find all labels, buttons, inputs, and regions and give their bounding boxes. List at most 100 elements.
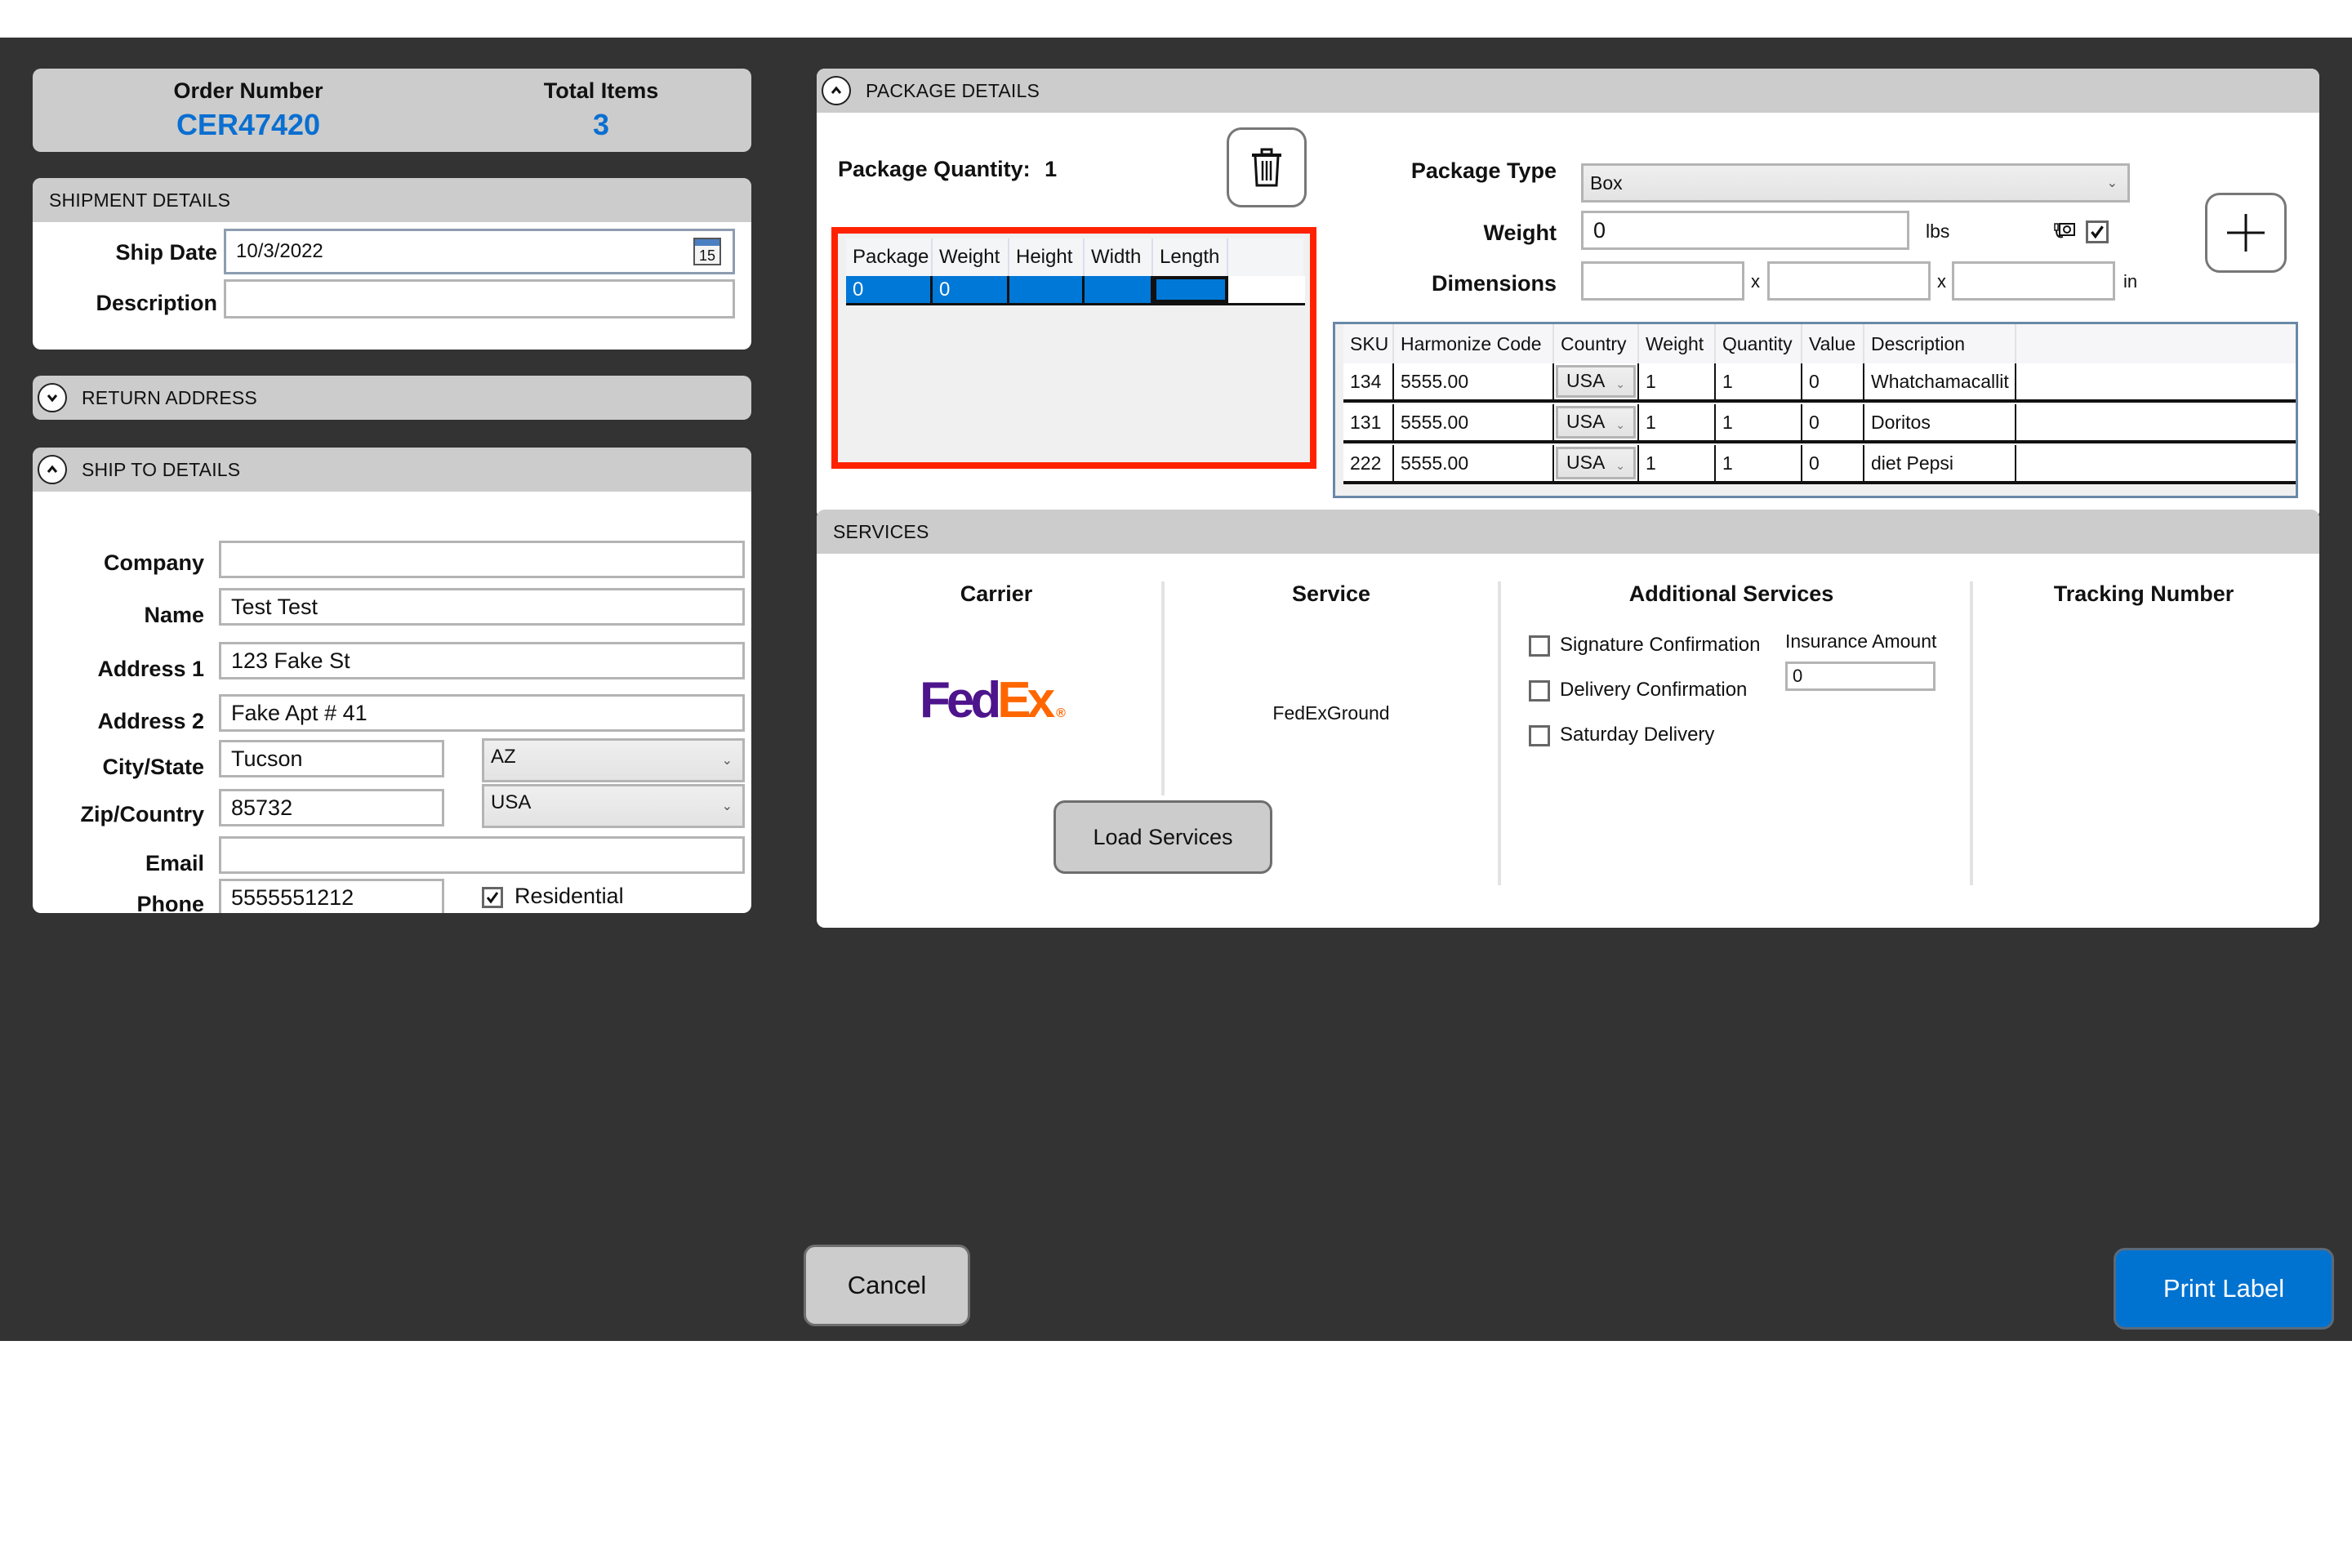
items-table-row[interactable]: 222 5555.00 USA ⌄ 1 1 0 diet Pepsi [1343, 445, 2296, 484]
package-quantity-label: Package Quantity: [838, 157, 1031, 181]
item-code-cell[interactable]: 5555.00 [1394, 363, 1554, 399]
additional-service-label[interactable]: Signature Confirmation [1560, 634, 1760, 657]
grid-cell-height[interactable] [1009, 276, 1085, 303]
grid-col-length[interactable]: Length [1153, 238, 1228, 276]
additional-service-label[interactable]: Delivery Confirmation [1560, 679, 1747, 702]
grid-cell-package[interactable]: 0 [846, 276, 933, 303]
additional-service-checkbox[interactable] [1529, 725, 1550, 746]
item-country-select[interactable]: USA ⌄ [1554, 445, 1639, 481]
address1-input[interactable]: 123 Fake St [219, 642, 745, 679]
shipment-details-panel: SHIPMENT DETAILS Ship Date 10/3/2022 15 … [33, 178, 751, 350]
grid-col-height[interactable]: Height [1009, 238, 1085, 276]
dimension-separator: x [1751, 271, 1760, 292]
delete-package-button[interactable] [1227, 127, 1307, 207]
weight-input[interactable]: 0 [1581, 211, 1909, 250]
col-weight[interactable]: Weight [1639, 324, 1716, 363]
city-input[interactable]: Tucson [219, 740, 444, 777]
package-type-select[interactable]: Box ⌄ [1581, 163, 2130, 203]
description-input[interactable] [224, 279, 735, 318]
address2-input[interactable]: Fake Apt # 41 [219, 694, 745, 732]
services-panel: SERVICES Carrier FedEx ® Service FedExGro… [817, 510, 2319, 928]
item-description-cell[interactable]: Doritos [1864, 404, 2016, 440]
item-country-dropdown[interactable]: USA ⌄ [1556, 447, 1636, 479]
items-table-header: SKU Harmonize Code Country Weight Quanti… [1343, 324, 2296, 363]
item-value-cell[interactable]: 0 [1802, 363, 1864, 399]
item-description-cell[interactable]: Whatchamacallit [1864, 363, 2016, 399]
item-country-select[interactable]: USA ⌄ [1554, 363, 1639, 399]
item-weight-cell[interactable]: 1 [1639, 445, 1716, 481]
dimension-2-input[interactable] [1767, 261, 1931, 301]
grid-col-package[interactable]: Package [846, 238, 933, 276]
item-weight-cell[interactable]: 1 [1639, 404, 1716, 440]
name-input[interactable]: Test Test [219, 588, 745, 626]
checkmark-icon [2091, 225, 2104, 239]
residential-checkbox[interactable] [482, 887, 503, 908]
insurance-amount-input[interactable]: 0 [1785, 662, 1936, 691]
grid-col-weight[interactable]: Weight [933, 238, 1009, 276]
email-label: Email [145, 851, 204, 875]
cancel-button[interactable]: Cancel [804, 1245, 970, 1326]
package-details-header[interactable]: PACKAGE DETAILS [817, 69, 2319, 113]
item-quantity-cell[interactable]: 1 [1716, 363, 1802, 399]
grid-cell-length[interactable] [1153, 276, 1228, 303]
col-sku[interactable]: SKU [1343, 324, 1394, 363]
col-harmonize-code[interactable]: Harmonize Code [1394, 324, 1554, 363]
chevron-down-icon: ⌄ [1615, 459, 1625, 472]
items-table-row[interactable]: 131 5555.00 USA ⌄ 1 1 0 Doritos [1343, 404, 2296, 443]
dimension-1-input[interactable] [1581, 261, 1744, 301]
item-code-cell[interactable]: 5555.00 [1394, 445, 1554, 481]
zip-input[interactable]: 85732 [219, 789, 444, 826]
load-services-button[interactable]: Load Services [1054, 800, 1272, 874]
grid-col-width[interactable]: Width [1085, 238, 1153, 276]
tracking-number-heading: Tracking Number [2053, 581, 2234, 606]
grid-cell-weight[interactable]: 0 [933, 276, 1009, 303]
return-address-header[interactable]: RETURN ADDRESS [33, 376, 751, 420]
col-value[interactable]: Value [1802, 324, 1864, 363]
scale-checkbox[interactable] [2086, 220, 2109, 243]
col-description[interactable]: Description [1864, 324, 2016, 363]
col-quantity[interactable]: Quantity [1716, 324, 1802, 363]
item-sku-cell[interactable]: 222 [1343, 445, 1394, 481]
grid-cell-width[interactable] [1085, 276, 1153, 303]
package-details-panel: PACKAGE DETAILS Package Quantity: 1 Pack… [817, 69, 2319, 519]
item-value-cell[interactable]: 0 [1802, 445, 1864, 481]
dimension-3-input[interactable] [1952, 261, 2115, 301]
additional-service-label[interactable]: Saturday Delivery [1560, 724, 1714, 746]
package-details-title: PACKAGE DETAILS [866, 79, 1040, 101]
item-description-cell[interactable]: diet Pepsi [1864, 445, 2016, 481]
expand-icon[interactable] [38, 383, 67, 412]
chevron-down-icon: ⌄ [1615, 377, 1625, 390]
ship-to-header[interactable]: SHIP TO DETAILS [33, 448, 751, 492]
calendar-icon[interactable]: 15 [693, 238, 721, 265]
item-value-cell[interactable]: 0 [1802, 404, 1864, 440]
item-sku-cell[interactable]: 131 [1343, 404, 1394, 440]
address1-label: Address 1 [97, 657, 204, 681]
package-grid-row[interactable]: 0 0 [846, 276, 1305, 305]
fedex-logo: FedEx ® [920, 672, 1066, 728]
col-country[interactable]: Country [1554, 324, 1639, 363]
item-country-dropdown[interactable]: USA ⌄ [1556, 365, 1636, 398]
items-table-row[interactable]: 134 5555.00 USA ⌄ 1 1 0 Whatchamacallit [1343, 363, 2296, 403]
state-select[interactable]: AZ ⌄ [482, 738, 745, 782]
total-items-label: Total Items [543, 78, 659, 103]
print-label-button[interactable]: Print Label [2114, 1248, 2334, 1330]
company-input[interactable] [219, 541, 745, 578]
add-package-button[interactable] [2205, 193, 2287, 273]
item-quantity-cell[interactable]: 1 [1716, 404, 1802, 440]
item-code-cell[interactable]: 5555.00 [1394, 404, 1554, 440]
item-weight-cell[interactable]: 1 [1639, 363, 1716, 399]
return-address-panel: RETURN ADDRESS [33, 376, 751, 420]
phone-input[interactable]: 5555551212 [219, 879, 444, 913]
item-sku-cell[interactable]: 134 [1343, 363, 1394, 399]
state-value: AZ [491, 746, 516, 768]
item-quantity-cell[interactable]: 1 [1716, 445, 1802, 481]
country-select[interactable]: USA ⌄ [482, 784, 745, 828]
email-input[interactable] [219, 836, 745, 874]
additional-service-checkbox[interactable] [1529, 635, 1550, 657]
collapse-icon[interactable] [822, 76, 851, 105]
ship-date-picker[interactable]: 10/3/2022 15 [224, 229, 735, 274]
additional-service-checkbox[interactable] [1529, 680, 1550, 702]
item-country-select[interactable]: USA ⌄ [1554, 404, 1639, 440]
collapse-icon[interactable] [38, 455, 67, 484]
item-country-dropdown[interactable]: USA ⌄ [1556, 406, 1636, 439]
